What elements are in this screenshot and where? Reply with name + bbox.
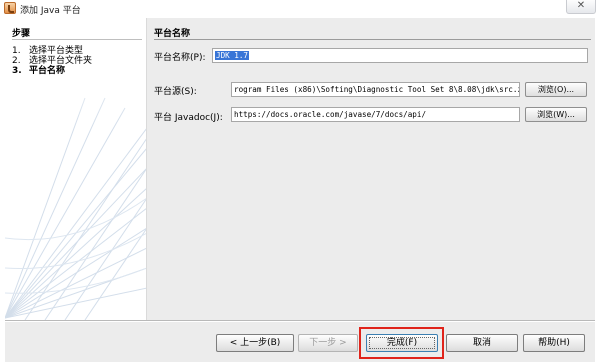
steps-panel: 步骤 1. 选择平台类型 2. 选择平台文件夹 3. 平台名称 <box>5 18 147 320</box>
platform-name-label: 平台名称(P): <box>154 53 206 63</box>
platform-javadoc-label: 平台 Javadoc(J): <box>154 113 223 123</box>
steps-heading: 步骤 <box>12 29 31 39</box>
next-button[interactable]: 下一步 > <box>298 334 358 352</box>
dialog-body: 步骤 1. 选择平台类型 2. 选择平台文件夹 3. 平台名称 平台名称 平台名称(P… <box>5 18 595 362</box>
platform-javadoc-input[interactable]: https://docs.oracle.com/javase/7/docs/ap… <box>231 107 520 122</box>
steps-list: 1. 选择平台类型 2. 选择平台文件夹 3. 平台名称 <box>12 46 92 76</box>
platform-source-input[interactable]: rogram Files (x86)\Softing\Diagnostic To… <box>231 82 520 97</box>
step-item: 1. 选择平台类型 <box>12 46 84 56</box>
step-item-current: 3. 平台名称 <box>12 66 66 76</box>
cancel-button[interactable]: 取消 <box>446 334 518 352</box>
content-divider <box>154 39 591 40</box>
step-item: 2. 选择平台文件夹 <box>12 56 93 66</box>
platform-name-input[interactable]: JDK 1.7 <box>212 48 588 63</box>
platform-name-value: JDK 1.7 <box>215 51 250 60</box>
finish-button[interactable]: 完成(F) <box>366 334 438 352</box>
button-bar: < 上一步(B) 下一步 > 完成(F) 取消 帮助(H) <box>5 322 595 362</box>
java-cup-icon <box>4 2 16 14</box>
content-panel: 平台名称 平台名称(P): JDK 1.7 平台源(S): rogram Fil… <box>147 18 595 320</box>
back-button[interactable]: < 上一步(B) <box>216 334 294 352</box>
title-bar: 添加 Java 平台 ✕ <box>0 0 600 18</box>
content-heading: 平台名称 <box>154 29 191 39</box>
platform-source-label: 平台源(S): <box>154 87 197 97</box>
window-title: 添加 Java 平台 <box>20 6 81 16</box>
help-button[interactable]: 帮助(H) <box>523 334 585 352</box>
browse-javadoc-button[interactable]: 浏览(W)... <box>525 107 587 122</box>
steps-divider <box>12 39 142 40</box>
browse-source-button[interactable]: 浏览(O)... <box>525 82 587 97</box>
close-button[interactable]: ✕ <box>566 0 596 14</box>
